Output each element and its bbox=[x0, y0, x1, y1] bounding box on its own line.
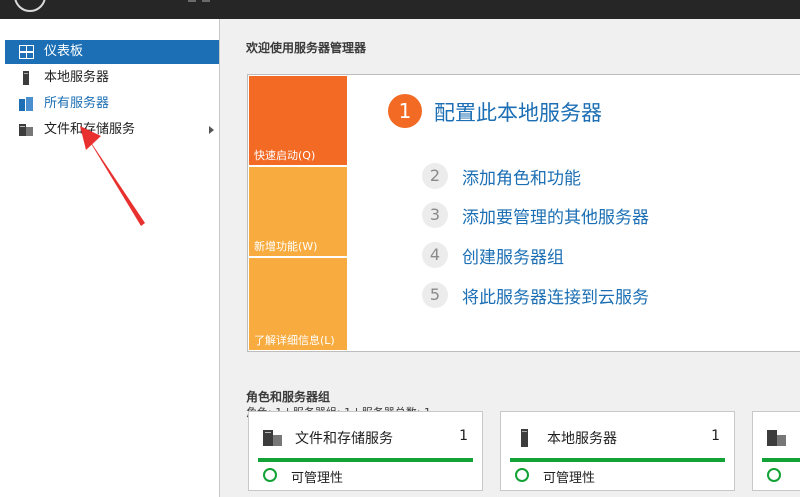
annotation-arrow bbox=[80, 126, 145, 226]
